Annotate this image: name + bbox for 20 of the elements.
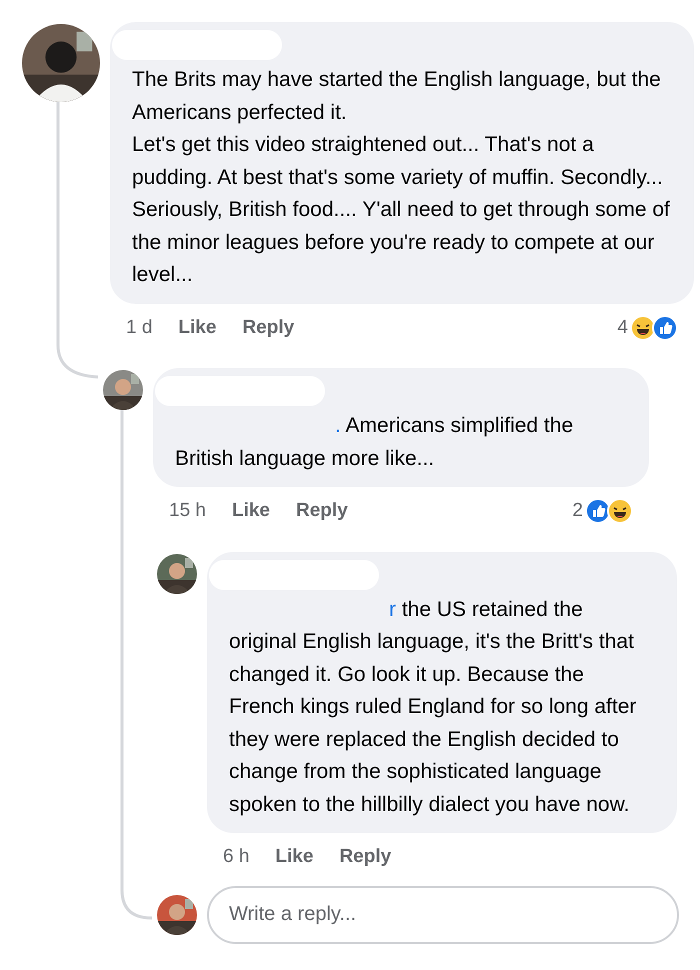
like-link[interactable]: Like	[232, 497, 270, 526]
laughing-emoji-icon	[607, 498, 633, 524]
timestamp: 15 h	[169, 499, 206, 523]
comment-text: r the US retained the original English language, it's the Britt's that changed it. Go look it up. Because the French kings ruled England for so long after they were replaced the English decided to change from the sophisticated language spoken to the hillbilly dialect you have now.	[229, 596, 638, 818]
reply-link[interactable]: Reply	[242, 314, 294, 342]
reaction-count: 4	[617, 316, 628, 340]
comment-text: The Brits may have started the English language, but the Americans perfected it.	[132, 67, 662, 126]
reply-field[interactable]: Write a reply...	[207, 886, 679, 944]
like-link[interactable]: Like	[178, 314, 216, 342]
timestamp: 6 h	[223, 845, 250, 869]
comment-text: . Americans simplified the British language more like...	[175, 413, 574, 472]
reply-link[interactable]: Reply	[339, 843, 392, 872]
thumbs-up-icon	[652, 314, 678, 341]
reply-link[interactable]: Reply	[296, 497, 348, 526]
reaction-count: 2	[572, 499, 583, 523]
laughing-emoji-icon	[630, 314, 656, 341]
timestamp: 1 d	[126, 316, 152, 340]
comment-text: Let's get this video straightened out... That's not a pudding. At best that's some variety of muffin. Secondly... Seriously, British food.... Y'all need to get through some of the minor leagues before you're ready to compete at our level...	[132, 132, 671, 288]
like-link[interactable]: Like	[275, 843, 314, 872]
thumbs-up-icon	[585, 498, 611, 524]
